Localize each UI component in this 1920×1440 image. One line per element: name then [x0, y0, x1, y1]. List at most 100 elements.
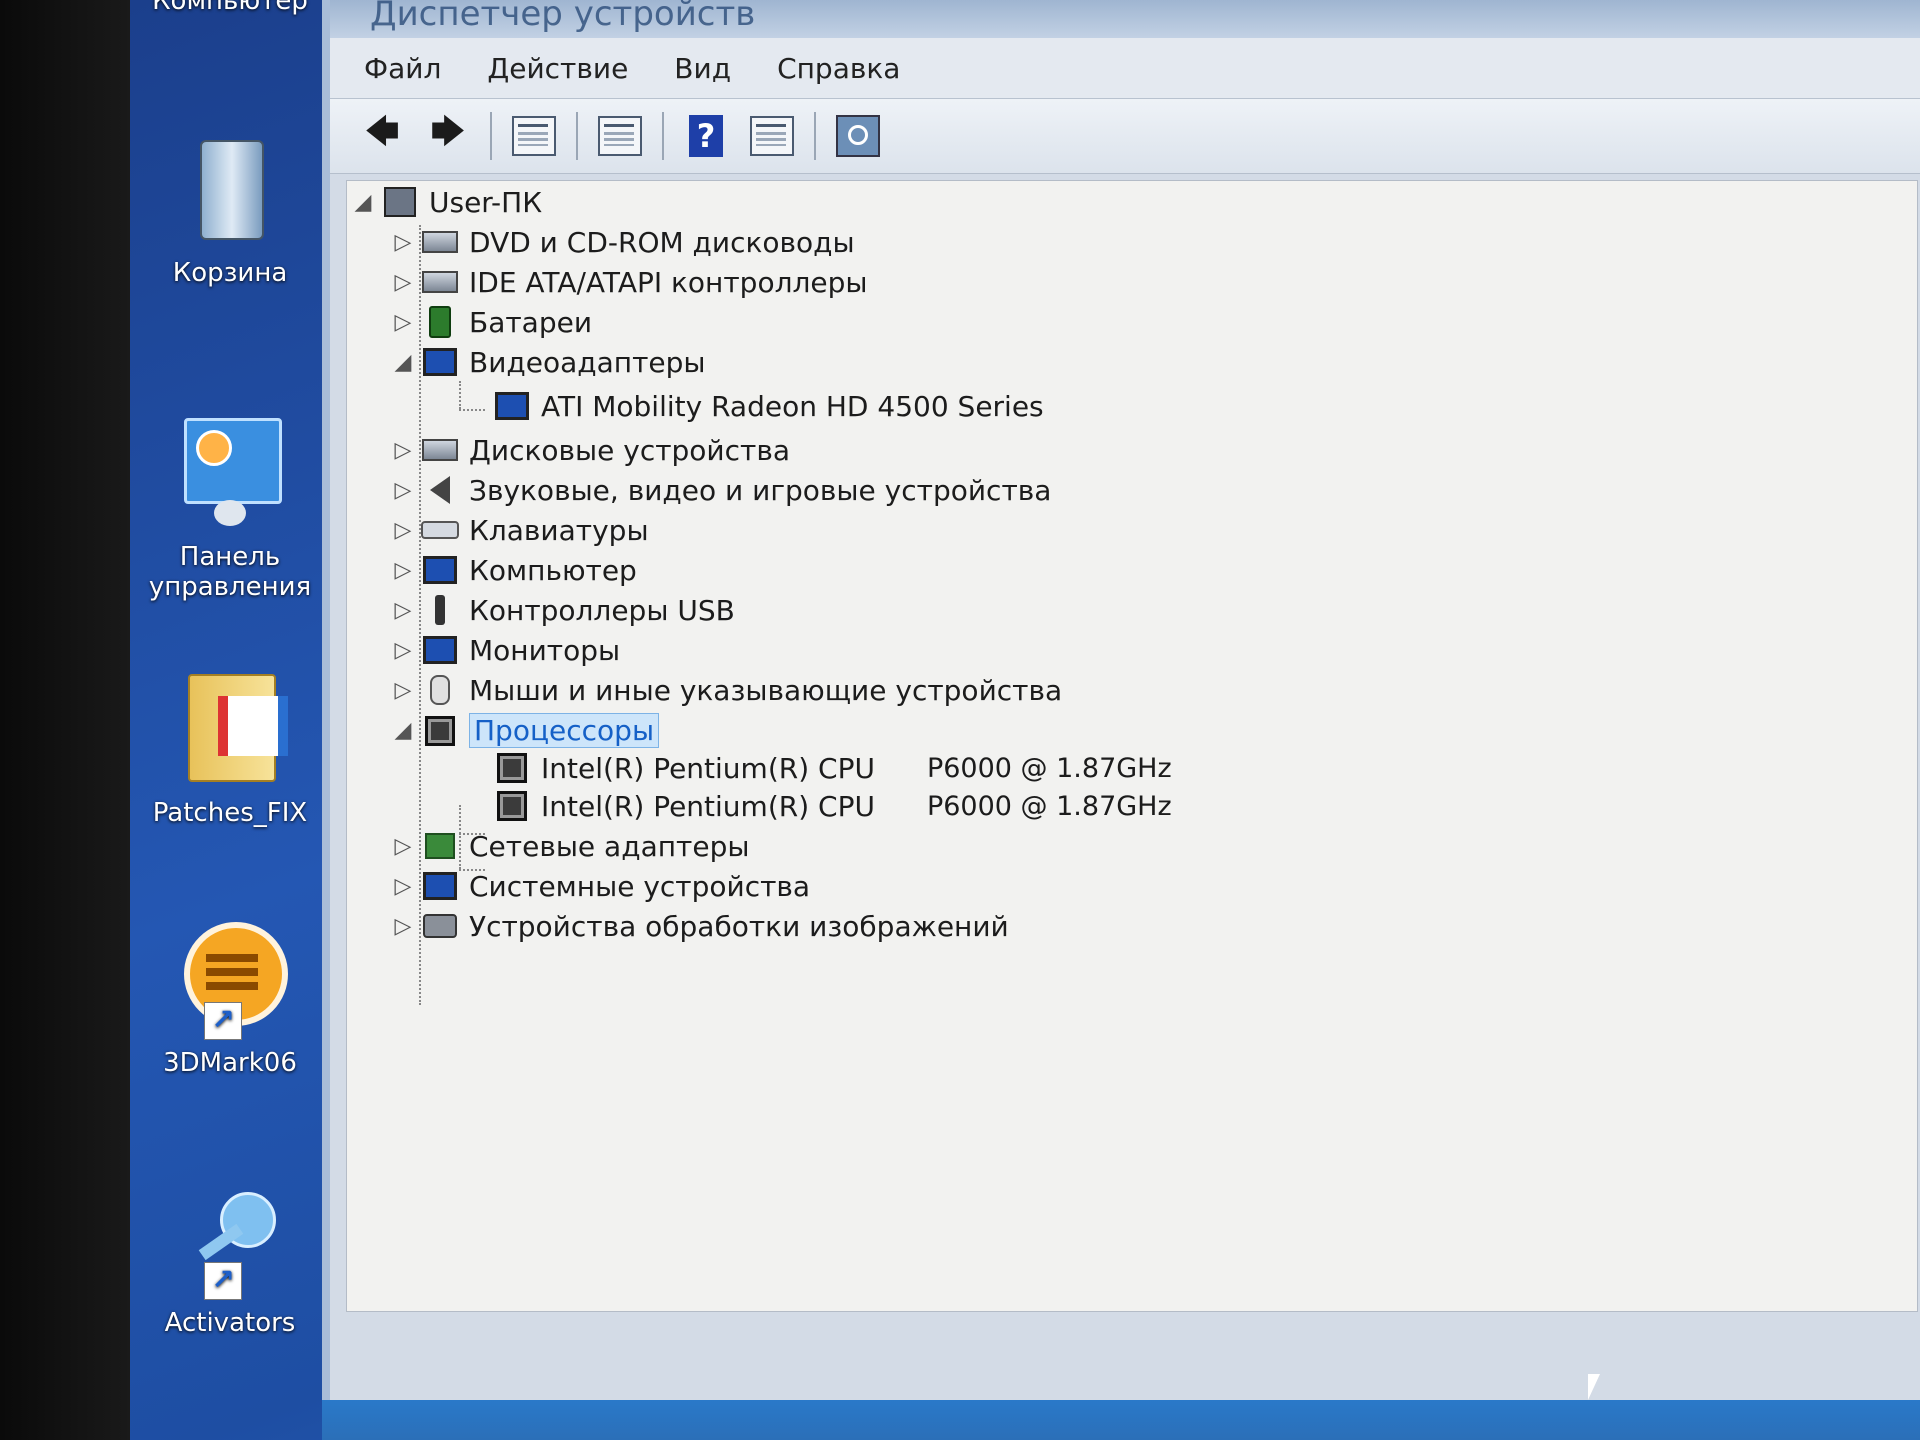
- tree-item-display-adapters[interactable]: ◢ Видеоадаптеры: [391, 345, 706, 379]
- collapse-arrow-icon[interactable]: ◢: [391, 350, 415, 375]
- tree-item-disk-drives[interactable]: ▷ Дисковые устройства: [391, 433, 790, 467]
- desktop-icon-patches-fix[interactable]: Patches_FIX: [140, 668, 320, 828]
- properties-button[interactable]: [596, 112, 644, 160]
- tree-item-label: Контроллеры USB: [469, 593, 735, 627]
- menu-help[interactable]: Справка: [777, 52, 900, 85]
- camera-icon: [421, 909, 459, 943]
- usb-icon: [421, 593, 459, 627]
- mouse-icon: [421, 673, 459, 707]
- tree-item-label: Устройства обработки изображений: [469, 909, 1009, 943]
- tree-item-label: Батареи: [469, 305, 593, 339]
- window-title: Диспетчер устройств: [370, 0, 756, 34]
- expand-arrow-icon[interactable]: ▷: [391, 230, 415, 255]
- tree-item-imaging[interactable]: ▷ Устройства обработки изображений: [391, 909, 1009, 943]
- desktop-icon-label: Корзина: [172, 258, 288, 288]
- menu-view[interactable]: Вид: [674, 52, 731, 85]
- screen-bezel: [0, 0, 132, 1440]
- tree-item-label-selected: Процессоры: [469, 713, 660, 748]
- tree-item-mice[interactable]: ▷ Мыши и иные указывающие устройства: [391, 673, 1063, 707]
- desktop-icon-label: Панель управления: [148, 542, 312, 602]
- cpu-model-label: P6000 @ 1.87GHz: [926, 752, 1172, 784]
- computer-icon: [421, 553, 459, 587]
- expand-arrow-icon[interactable]: ▷: [391, 478, 415, 503]
- tree-item-batteries[interactable]: ▷ Батареи: [391, 305, 593, 339]
- desktop-icon-label: 3DMark06: [163, 1048, 297, 1078]
- tree-item-sound[interactable]: ▷ Звуковые, видео и игровые устройства: [391, 473, 1052, 507]
- tree-item-label: Видеоадаптеры: [469, 345, 706, 379]
- tree-device-cpu[interactable]: Intel(R) Pentium(R) CPU P6000 @ 1.87GHz: [487, 751, 1172, 785]
- tree-root[interactable]: ◢ User-ПК: [351, 185, 543, 219]
- desktop-icon-control-panel[interactable]: Панель управления: [140, 412, 320, 602]
- scan-hardware-button[interactable]: [834, 112, 882, 160]
- help-icon: ?: [689, 115, 723, 157]
- tree-device-label: ATI Mobility Radeon HD 4500 Series: [541, 389, 1044, 423]
- display-adapter-icon: [421, 345, 459, 379]
- expand-arrow-icon[interactable]: ▷: [391, 270, 415, 295]
- shortcut-arrow-icon: ↗: [204, 1002, 242, 1040]
- window-titlebar[interactable]: Диспетчер устройств: [330, 0, 1920, 38]
- arrow-right-icon: 🡆: [430, 111, 466, 152]
- folder-icon: [170, 668, 290, 788]
- recycle-bin-icon: [170, 128, 290, 248]
- device-manager-window: Диспетчер устройств Файл Действие Вид Сп…: [322, 0, 1920, 1400]
- desktop-icon-3dmark06[interactable]: ↗ 3DMark06: [140, 918, 320, 1078]
- menu-bar: Файл Действие Вид Справка: [330, 38, 1920, 99]
- ide-controller-icon: [421, 265, 459, 299]
- tree-device-label: Intel(R) Pentium(R) CPU: [541, 789, 875, 823]
- tree-item-label: IDE ATA/ATAPI контроллеры: [469, 265, 868, 299]
- expand-arrow-icon[interactable]: ▷: [391, 834, 415, 859]
- expand-arrow-icon[interactable]: ▷: [391, 678, 415, 703]
- tree-item-label: Мыши и иные указывающие устройства: [469, 673, 1063, 707]
- toolbar: 🡄 🡆 ?: [330, 99, 1920, 174]
- expand-arrow-icon[interactable]: ▷: [391, 438, 415, 463]
- mouse-cursor-icon: [1588, 1374, 1600, 1400]
- desktop-icon-recycle-bin[interactable]: Корзина: [140, 128, 320, 288]
- back-button[interactable]: 🡄: [358, 112, 406, 160]
- processor-icon: [493, 751, 531, 785]
- expand-arrow-icon[interactable]: ▷: [391, 638, 415, 663]
- tree-item-keyboards[interactable]: ▷ Клавиатуры: [391, 513, 649, 547]
- tree-device-gpu[interactable]: ATI Mobility Radeon HD 4500 Series: [487, 389, 1044, 423]
- tree-item-label: Компьютер: [469, 553, 637, 587]
- tree-item-monitors[interactable]: ▷ Мониторы: [391, 633, 621, 667]
- tree-item-system-devices[interactable]: ▷ Системные устройства: [391, 869, 811, 903]
- collapse-arrow-icon[interactable]: ◢: [391, 718, 415, 743]
- battery-icon: [421, 305, 459, 339]
- tree-item-ide[interactable]: ▷ IDE ATA/ATAPI контроллеры: [391, 265, 868, 299]
- tree-item-label: DVD и CD-ROM дисководы: [469, 225, 855, 259]
- device-tree: ◢ User-ПК ▷ DVD и CD-ROM дисководы ▷ IDE…: [346, 180, 1918, 1312]
- dvd-drive-icon: [421, 225, 459, 259]
- computer-icon: [381, 185, 419, 219]
- tree-item-network[interactable]: ▷ Сетевые адаптеры: [391, 829, 750, 863]
- forward-button[interactable]: 🡆: [424, 112, 472, 160]
- collapse-arrow-icon[interactable]: ◢: [351, 190, 375, 215]
- tree-item-label: Мониторы: [469, 633, 621, 667]
- tree-item-dvd[interactable]: ▷ DVD и CD-ROM дисководы: [391, 225, 855, 259]
- desktop-icon-label: Компьютер: [152, 0, 308, 16]
- expand-arrow-icon[interactable]: ▷: [391, 914, 415, 939]
- properties-icon: [598, 116, 642, 156]
- desktop-icon-label: Activators: [164, 1308, 296, 1338]
- arrow-left-icon: 🡄: [364, 111, 400, 152]
- expand-arrow-icon[interactable]: ▷: [391, 874, 415, 899]
- help-button[interactable]: ?: [682, 112, 730, 160]
- tree-item-computer[interactable]: ▷ Компьютер: [391, 553, 637, 587]
- tree-item-usb[interactable]: ▷ Контроллеры USB: [391, 593, 735, 627]
- expand-arrow-icon[interactable]: ▷: [391, 310, 415, 335]
- desktop-icon-activators[interactable]: ↗ Activators: [140, 1178, 320, 1338]
- display-adapter-icon: [493, 389, 531, 423]
- menu-file[interactable]: Файл: [364, 52, 441, 85]
- action-pane-button[interactable]: [748, 112, 796, 160]
- menu-action[interactable]: Действие: [487, 52, 628, 85]
- toolbar-separator: [576, 112, 578, 160]
- tree-item-processors[interactable]: ◢ Процессоры: [391, 713, 660, 748]
- show-hide-console-tree-button[interactable]: [510, 112, 558, 160]
- desktop-icon-computer[interactable]: Компьютер: [140, 0, 320, 16]
- expand-arrow-icon[interactable]: ▷: [391, 558, 415, 583]
- control-panel-icon: [170, 412, 290, 532]
- toolbar-separator: [814, 112, 816, 160]
- expand-arrow-icon[interactable]: ▷: [391, 598, 415, 623]
- expand-arrow-icon[interactable]: ▷: [391, 518, 415, 543]
- tree-device-cpu[interactable]: Intel(R) Pentium(R) CPU P6000 @ 1.87GHz: [487, 789, 1172, 823]
- cpu-model-label: P6000 @ 1.87GHz: [926, 790, 1172, 822]
